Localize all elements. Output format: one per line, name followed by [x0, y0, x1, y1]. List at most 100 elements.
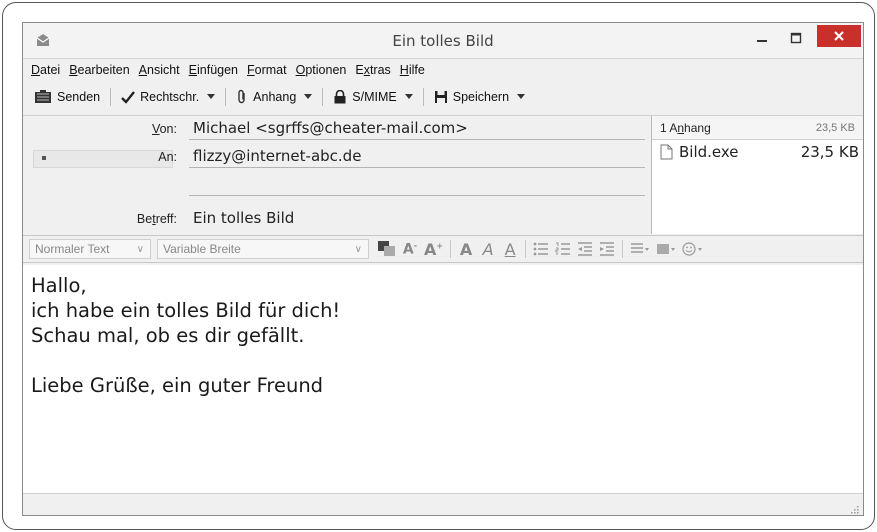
chevron-down-icon [207, 94, 216, 99]
toolbar-separator [422, 88, 424, 106]
empty-recipient-row [23, 174, 645, 196]
smiley-icon [682, 242, 703, 256]
menu-optionen[interactable]: Optionen [296, 63, 347, 77]
font-smaller-button[interactable]: A- [402, 238, 418, 260]
text-color-button[interactable] [378, 238, 396, 260]
menu-datei[interactable]: Datei [31, 63, 60, 77]
send-button[interactable]: Senden [31, 86, 103, 108]
recipient-type-select[interactable] [33, 150, 173, 168]
close-icon [834, 31, 844, 41]
send-label: Senden [57, 90, 101, 104]
label-text: on: [159, 122, 177, 136]
subject-row: Betreff: Ein tolles Bild [23, 208, 643, 230]
recipient-field-empty[interactable] [189, 174, 645, 196]
save-label: Speichern [452, 90, 510, 104]
save-dropdown[interactable] [514, 86, 528, 108]
bold-button[interactable]: A [458, 238, 474, 260]
maximize-button[interactable] [783, 27, 809, 49]
title-bar[interactable]: Ein tolles Bild [23, 23, 863, 59]
label-text: 1 A [660, 120, 678, 135]
italic-icon: A [482, 239, 494, 259]
menu-label: ilfe [408, 63, 425, 77]
format-separator [525, 240, 527, 258]
align-icon [631, 243, 650, 253]
from-field[interactable]: Michael <sgrffs@cheater-mail.com> [189, 118, 645, 140]
menu-accelerator: E [188, 63, 197, 77]
compose-window: Ein tolles Bild Datei Bearbeiten Ansicht… [22, 22, 864, 516]
spellcheck-button[interactable]: Rechtschr. [118, 86, 202, 108]
numbered-list-icon [555, 242, 571, 255]
outdent-button[interactable] [577, 238, 593, 260]
menu-einfuegen[interactable]: Einfügen [189, 63, 238, 77]
save-button[interactable]: Speichern [431, 86, 512, 108]
chevron-down-icon [304, 94, 313, 99]
formatting-toolbar: Normaler Text ∨ Variable Breite ∨ A- A+ … [23, 235, 863, 263]
to-field[interactable]: flizzy@internet-abc.de [189, 146, 645, 168]
format-separator [622, 240, 624, 258]
body-line: Hallo, [31, 274, 87, 297]
font-larger-button[interactable]: A+ [424, 238, 443, 260]
attach-label: Anhang [253, 90, 297, 104]
bullet-list-button[interactable] [533, 238, 549, 260]
format-separator [450, 240, 452, 258]
menu-hilfe[interactable]: Hilfe [400, 63, 425, 77]
menu-accelerator: O [295, 63, 306, 77]
menu-label: atei [40, 63, 61, 77]
chevron-down-icon: ∨ [354, 243, 362, 255]
chevron-down-icon: ∨ [136, 243, 144, 255]
minimize-button[interactable] [749, 27, 775, 49]
message-body[interactable]: Hallo, ich habe ein tolles Bild für dich… [23, 265, 863, 493]
label-text: Be [136, 212, 153, 226]
menu-label: infügen [197, 63, 239, 77]
menu-ansicht[interactable]: Ansicht [139, 63, 180, 77]
toolbar-separator [322, 88, 324, 106]
window-title: Ein tolles Bild [392, 32, 494, 50]
label-text: reff: [155, 212, 177, 226]
smime-button[interactable]: S/MIME [330, 86, 399, 108]
paragraph-format-select[interactable]: Normaler Text ∨ [29, 239, 151, 259]
align-button[interactable] [630, 238, 650, 260]
spellcheck-label: Rechtschr. [140, 90, 200, 104]
menu-accelerator: H [399, 63, 409, 77]
body-line: Schau mal, ob es dir gefällt. [31, 324, 305, 347]
attach-button[interactable]: Anhang [233, 86, 299, 108]
menu-extras[interactable]: Extras [355, 63, 390, 77]
resize-grip-icon[interactable] [849, 504, 859, 514]
attachment-header[interactable]: 1 Anhang 23,5 KB [652, 116, 863, 140]
spellcheck-dropdown[interactable] [204, 86, 218, 108]
attachment-count: 1 Anhang [660, 121, 711, 135]
file-icon [660, 144, 673, 160]
smime-dropdown[interactable] [402, 86, 416, 108]
menu-label: earbeiten [77, 63, 130, 77]
menu-accelerator: D [31, 63, 41, 77]
insert-button[interactable] [656, 238, 676, 260]
text-color-icon [378, 241, 395, 256]
menu-accelerator: B [69, 63, 78, 77]
italic-button[interactable]: A [480, 238, 496, 260]
font-select[interactable]: Variable Breite ∨ [157, 239, 369, 259]
close-button[interactable] [817, 25, 861, 47]
font-value: Variable Breite [163, 242, 241, 256]
attachment-name-wrap: Bild.exe [660, 143, 739, 161]
spellcheck-icon [121, 91, 136, 104]
attach-dropdown[interactable] [301, 86, 315, 108]
send-icon [35, 90, 51, 103]
menu-format[interactable]: Format [247, 63, 287, 77]
emoticon-button[interactable] [682, 238, 704, 260]
message-header: Von: Michael <sgrffs@cheater-mail.com> A… [23, 115, 863, 234]
attachment-filename: Bild.exe [679, 143, 739, 161]
menu-bearbeiten[interactable]: Bearbeiten [69, 63, 129, 77]
subject-field[interactable]: Ein tolles Bild [189, 208, 645, 230]
menu-label: nsicht [147, 63, 180, 77]
attachment-total-size: 23,5 KB [815, 121, 855, 134]
attachment-item[interactable]: Bild.exe 23,5 KB [652, 140, 863, 162]
smime-label: S/MIME [352, 90, 397, 104]
save-icon [434, 91, 447, 103]
numbered-list-button[interactable] [555, 238, 571, 260]
status-bar [23, 493, 863, 515]
lock-icon [334, 90, 346, 104]
bold-icon: A [459, 239, 473, 259]
underline-button[interactable]: A [502, 238, 518, 260]
indent-button[interactable] [599, 238, 615, 260]
font-larger-icon: A+ [424, 239, 444, 259]
